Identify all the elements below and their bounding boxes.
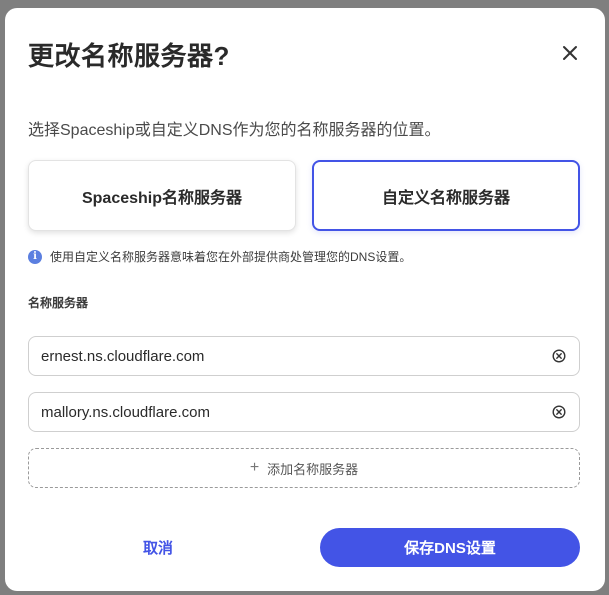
dialog-title: 更改名称服务器? <box>28 41 230 71</box>
nameserver-input-2[interactable] <box>41 393 541 431</box>
custom-nameservers-label: 自定义名称服务器 <box>381 189 510 207</box>
spaceship-nameservers-option[interactable]: Spaceship名称服务器 <box>28 160 296 231</box>
plus-icon: + <box>249 459 260 476</box>
add-nameserver-button[interactable]: + 添加名称服务器 <box>28 448 580 488</box>
change-nameservers-dialog: 更改名称服务器? 选择Spaceship或自定义DNS作为您的名称服务器的位置。… <box>5 8 605 591</box>
close-icon <box>563 46 577 60</box>
info-icon: i <box>28 249 42 264</box>
nameserver-input-1[interactable] <box>41 337 541 375</box>
save-label: 保存DNS设置 <box>404 540 496 557</box>
cancel-label: 取消 <box>142 540 173 557</box>
nameservers-label: 名称服务器 <box>28 296 89 310</box>
info-text: 使用自定义名称服务器意味着您在外部提供商处管理您的DNS设置。 <box>50 250 412 264</box>
clear-icon[interactable] <box>552 405 566 419</box>
add-nameserver-label: 添加名称服务器 <box>267 461 359 477</box>
dialog-subtitle: 选择Spaceship或自定义DNS作为您的名称服务器的位置。 <box>28 122 441 139</box>
save-dns-settings-button[interactable]: 保存DNS设置 <box>320 528 580 567</box>
clear-icon[interactable] <box>552 349 566 363</box>
nameserver-field-1 <box>28 336 580 376</box>
nameserver-field-2 <box>28 392 580 432</box>
custom-nameservers-option[interactable]: 自定义名称服务器 <box>312 160 580 231</box>
close-button[interactable] <box>559 42 581 64</box>
info-note: i 使用自定义名称服务器意味着您在外部提供商处管理您的DNS设置。 <box>28 248 411 265</box>
spaceship-nameservers-label: Spaceship名称服务器 <box>81 189 243 207</box>
cancel-button[interactable]: 取消 <box>118 528 198 567</box>
